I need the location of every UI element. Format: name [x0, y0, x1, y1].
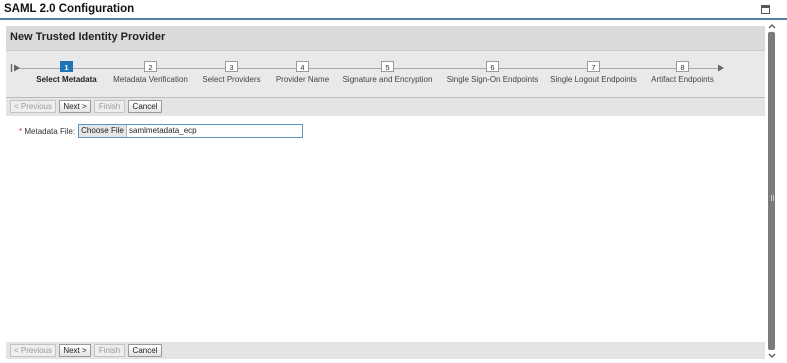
vertical-scrollbar[interactable] — [766, 21, 778, 363]
cancel-button[interactable]: Cancel — [128, 100, 162, 113]
roadmap-start-icon[interactable] — [10, 63, 22, 73]
roadmap-step-number: 6 — [486, 61, 499, 72]
scrollbar-thumb[interactable] — [768, 32, 775, 350]
chevron-up-icon[interactable] — [766, 21, 778, 31]
roadmap-step-label: Artifact Endpoints — [651, 75, 714, 84]
roadmap-step-label: Signature and Encryption — [342, 75, 433, 84]
roadmap-step-number: 8 — [676, 61, 689, 72]
choose-file-button[interactable]: Choose File — [79, 125, 127, 137]
roadmap-step-label: Single Sign-On Endpoints — [446, 75, 539, 84]
maximize-icon[interactable] — [761, 5, 770, 14]
selected-file-name: samlmetadata_ecp — [129, 126, 197, 135]
roadmap-step-label: Select Metadata — [36, 75, 97, 84]
roadmap-step-number: 4 — [296, 61, 309, 72]
previous-button[interactable]: < Previous — [10, 100, 56, 113]
wizard-toolbar-bottom: < Previous Next > Finish Cancel — [6, 342, 765, 359]
finish-button-bottom[interactable]: Finish — [94, 344, 125, 357]
metadata-file-label-text: Metadata File: — [24, 127, 76, 136]
roadmap-line — [15, 68, 718, 69]
roadmap-step-label: Single Logout Endpoints — [550, 75, 637, 84]
roadmap-step-label: Provider Name — [275, 75, 330, 84]
roadmap-step-number: 2 — [144, 61, 157, 72]
panel-header: New Trusted Identity Provider — [6, 26, 765, 51]
panel-title: New Trusted Identity Provider — [10, 31, 166, 43]
scrollbar-grip — [771, 195, 774, 201]
previous-button-bottom[interactable]: < Previous — [10, 344, 56, 357]
chevron-down-icon[interactable] — [766, 351, 778, 361]
wizard-toolbar-top: < Previous Next > Finish Cancel — [6, 98, 765, 116]
roadmap-step-number: 3 — [225, 61, 238, 72]
required-marker: * — [19, 127, 23, 136]
next-button-bottom[interactable]: Next > — [59, 344, 91, 357]
roadmap-end-icon — [718, 64, 724, 72]
roadmap-step-label: Metadata Verification — [113, 75, 188, 84]
wizard-roadmap: 1 Select Metadata 2 Metadata Verification 3 S… — [6, 51, 765, 98]
metadata-file-label: * Metadata File: — [19, 127, 75, 136]
window-titlebar: SAML 2.0 Configuration — [0, 0, 787, 20]
wizard-content: * Metadata File: Choose File samlmetadat… — [6, 116, 765, 342]
roadmap-step-label: Select Providers — [202, 75, 261, 84]
roadmap-step-number: 7 — [587, 61, 600, 72]
next-button[interactable]: Next > — [59, 100, 91, 113]
roadmap-step-number: 5 — [381, 61, 394, 72]
window-title: SAML 2.0 Configuration — [4, 3, 135, 15]
roadmap-step-number: 1 — [60, 61, 73, 72]
cancel-button-bottom[interactable]: Cancel — [128, 344, 162, 357]
finish-button[interactable]: Finish — [94, 100, 125, 113]
metadata-file-input[interactable]: Choose File samlmetadata_ecp — [78, 124, 303, 138]
